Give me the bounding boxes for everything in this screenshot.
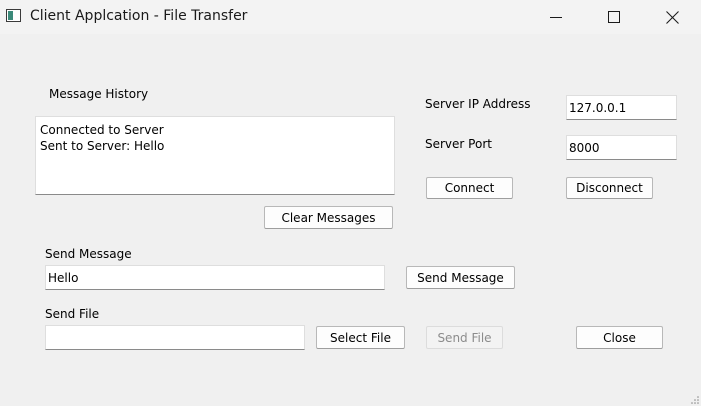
- disconnect-button[interactable]: Disconnect: [566, 177, 653, 199]
- resize-grip-icon[interactable]: [691, 396, 699, 404]
- close-window-button[interactable]: [643, 0, 701, 34]
- message-history-label: Message History: [49, 87, 149, 101]
- app-icon: [6, 9, 21, 22]
- send-message-button[interactable]: Send Message: [406, 266, 515, 289]
- window-title: Client Applcation - File Transfer: [30, 8, 248, 24]
- message-history-box[interactable]: Connected to Server Sent to Server: Hell…: [35, 116, 395, 195]
- server-port-field[interactable]: [566, 135, 677, 160]
- connect-button[interactable]: Connect: [426, 177, 513, 199]
- server-ip-label: Server IP Address: [425, 97, 531, 111]
- clear-messages-button[interactable]: Clear Messages: [264, 206, 393, 229]
- send-file-button[interactable]: Send File: [426, 326, 503, 349]
- select-file-button[interactable]: Select File: [316, 326, 405, 349]
- server-port-label: Server Port: [425, 137, 492, 151]
- file-path-input[interactable]: [45, 325, 305, 350]
- maximize-icon: [608, 11, 620, 23]
- history-line: Sent to Server: Hello: [40, 139, 165, 153]
- close-button[interactable]: Close: [576, 326, 663, 349]
- minimize-icon: [550, 17, 562, 18]
- send-message-label: Send Message: [45, 247, 132, 261]
- title-bar[interactable]: Client Applcation - File Transfer: [0, 0, 701, 34]
- server-ip-field[interactable]: [566, 95, 677, 120]
- maximize-button[interactable]: [585, 0, 643, 34]
- message-input[interactable]: [45, 265, 385, 290]
- history-line: Connected to Server: [40, 123, 164, 137]
- send-file-label: Send File: [45, 307, 100, 321]
- client-panel: Message History Connected to Server Sent…: [0, 34, 701, 406]
- minimize-button[interactable]: [527, 0, 585, 34]
- close-icon: [665, 10, 679, 24]
